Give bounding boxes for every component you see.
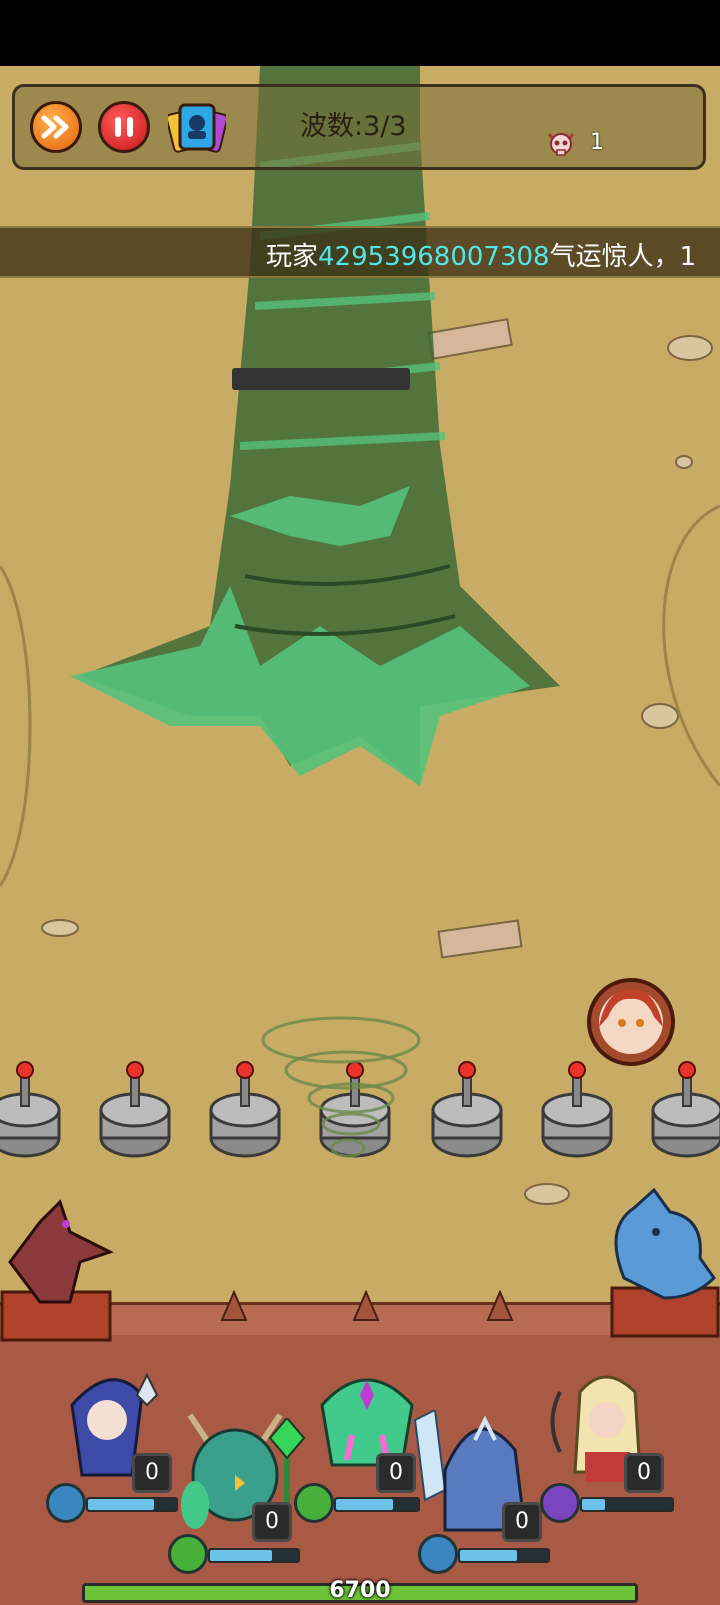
ticker-text: 玩家42953968007308气运惊人，1 (266, 236, 696, 273)
fast-forward-button[interactable] (30, 101, 82, 153)
mana-fill (210, 1550, 272, 1561)
ticker-suffix: 气运惊人， (549, 242, 680, 272)
hero-spirit-mana (334, 1497, 420, 1512)
hero-antler-beast-count: 0 (252, 1502, 292, 1542)
ice-skill-icon[interactable] (418, 1534, 458, 1574)
turret[interactable] (650, 1060, 720, 1160)
hero-ice-knight-mana (458, 1548, 550, 1563)
ticker-tail: 1 (679, 242, 697, 272)
base-hp-value: 6700 (329, 1578, 391, 1603)
hero-antler-beast-mana (208, 1548, 300, 1563)
hero-elf-archer-count: 0 (624, 1453, 664, 1493)
hero-spirit-count: 0 (376, 1453, 416, 1493)
pause-icon (115, 117, 133, 137)
hero-mage-count: 0 (132, 1453, 172, 1493)
whirlwind-skill-icon[interactable] (168, 1534, 208, 1574)
mana-fill (460, 1550, 518, 1561)
mana-fill (336, 1499, 394, 1510)
announcement-ticker: 玩家42953968007308气运惊人，1 (0, 226, 720, 278)
whirlwind-effect (261, 1016, 421, 1158)
arrow-skill-icon[interactable] (540, 1483, 580, 1523)
boss-hp-bar (232, 368, 410, 390)
kill-count: 1 (590, 130, 604, 155)
turret[interactable] (430, 1060, 504, 1160)
pause-button[interactable] (98, 101, 150, 153)
turret[interactable] (0, 1060, 62, 1160)
turret[interactable] (98, 1060, 172, 1160)
hero-elf-archer-mana (580, 1497, 674, 1512)
boss-portrait-icon[interactable] (586, 977, 676, 1067)
ticker-player-id: 42953968007308 (318, 242, 550, 272)
ticker-prefix: 玩家 (266, 242, 319, 272)
mana-fill (88, 1499, 154, 1510)
wave-counter: 波数:3/3 (300, 111, 407, 142)
tornado-skill-icon[interactable] (294, 1483, 334, 1523)
hero-ice-knight-count: 0 (502, 1502, 542, 1542)
fast-forward-icon (41, 115, 69, 139)
turret[interactable] (540, 1060, 614, 1160)
crystal-skill-icon[interactable] (46, 1483, 86, 1523)
tornado-effect (70, 66, 560, 786)
card-deck-button[interactable] (168, 101, 226, 153)
left-dragon (0, 1199, 114, 1342)
hero-mage-mana (86, 1497, 178, 1512)
right-dragon (610, 1188, 720, 1338)
mana-fill (582, 1499, 605, 1510)
skull-icon (547, 133, 575, 156)
status-bar (0, 0, 720, 66)
